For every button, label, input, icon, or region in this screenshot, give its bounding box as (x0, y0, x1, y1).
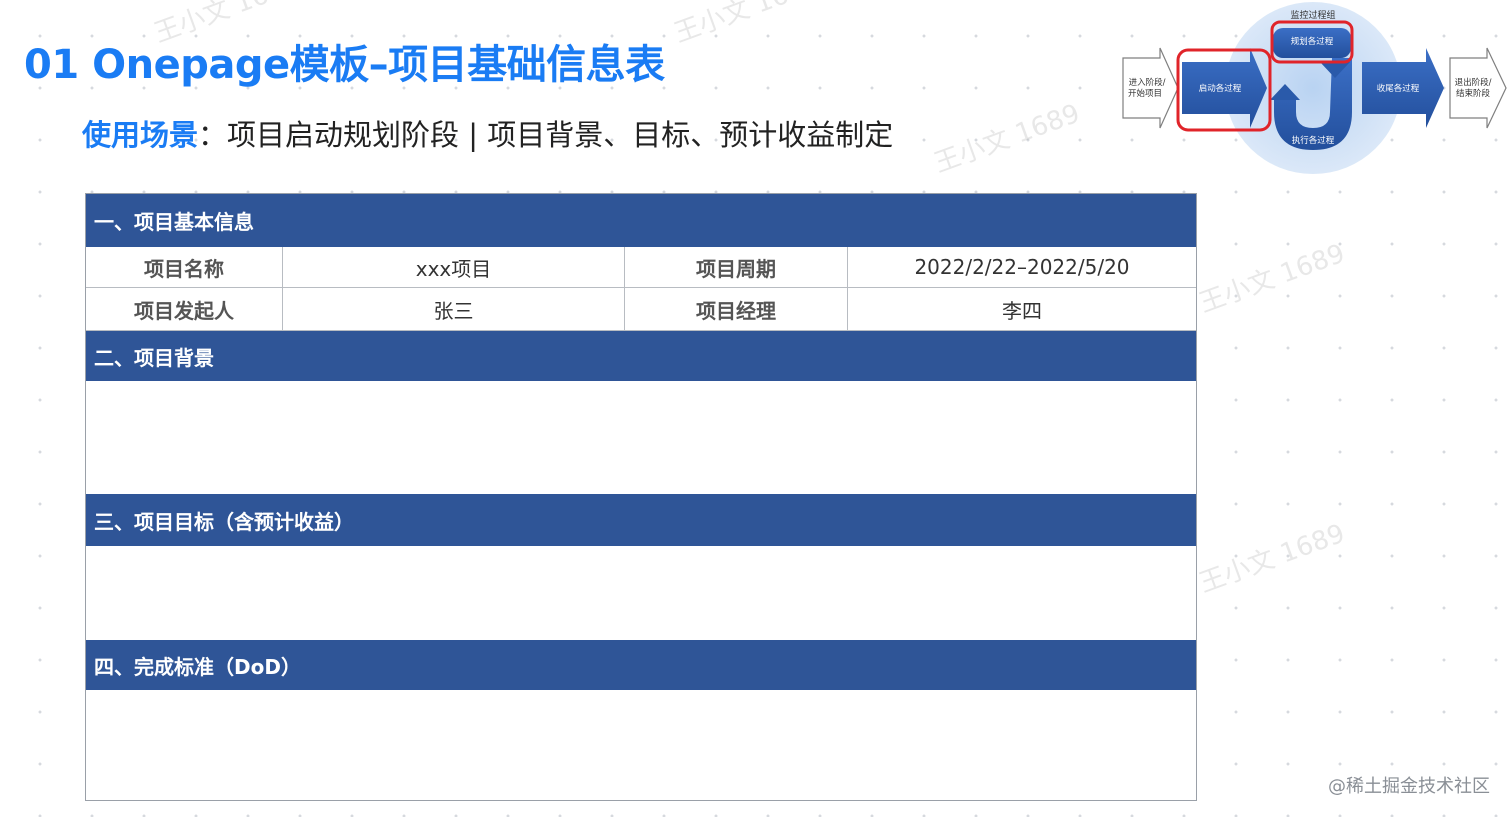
section-header-dod: 四、完成标准（DoD） (86, 640, 1196, 690)
section-header-basic-info: 一、项目基本信息 (86, 194, 1196, 247)
project-sponsor-value[interactable]: 张三 (283, 288, 625, 330)
page-title: 01 Onepage模板–项目基础信息表 (24, 42, 665, 88)
planning-label: 规划各过程 (1291, 36, 1334, 47)
section-header-background: 二、项目背景 (86, 331, 1196, 381)
exit-label-line1: 退出阶段/ (1455, 77, 1492, 88)
subtitle-text: 项目启动规划阶段 | 项目背景、目标、预计收益制定 (227, 118, 894, 152)
project-period-value[interactable]: 2022/2/22–2022/5/20 (848, 247, 1196, 287)
footer-credit: @稀土掘金技术社区 (1328, 776, 1490, 797)
enter-label-line1: 进入阶段/ (1129, 77, 1166, 88)
watermark: 王小文 1689 (930, 98, 1084, 180)
goals-content-area[interactable] (86, 546, 1196, 640)
project-manager-value[interactable]: 李四 (848, 288, 1196, 330)
background-content-area[interactable] (86, 381, 1196, 494)
project-sponsor-label: 项目发起人 (86, 288, 283, 330)
initiating-label: 启动各过程 (1199, 83, 1242, 94)
executing-label: 执行各过程 (1292, 135, 1335, 146)
subtitle-label: 使用场景 (82, 118, 199, 152)
project-name-label: 项目名称 (86, 247, 283, 287)
page-subtitle: 使用场景：项目启动规划阶段 | 项目背景、目标、预计收益制定 (82, 112, 893, 154)
section-header-goals: 三、项目目标（含预计收益） (86, 494, 1196, 546)
table-row: 项目发起人 张三 项目经理 李四 (86, 288, 1196, 331)
watermark: 王小文 1689 (670, 0, 824, 50)
subtitle-separator: ： (198, 118, 228, 152)
dod-content-area[interactable] (86, 690, 1196, 800)
monitor-group-label: 监控过程组 (1290, 9, 1335, 21)
table-row: 项目名称 xxx项目 项目周期 2022/2/22–2022/5/20 (86, 247, 1196, 288)
project-name-value[interactable]: xxx项目 (283, 247, 625, 287)
process-group-diagram: 监控过程组 规划各过程 启动各过程 执行各过程 收尾各过程 进入阶段/ 开始项目… (1122, 2, 1507, 174)
project-period-label: 项目周期 (625, 247, 848, 287)
exit-arrow (1449, 47, 1507, 129)
watermark: 王小文 1689 (1195, 238, 1349, 320)
enter-label-line2: 开始项目 (1128, 88, 1162, 99)
project-info-table: 一、项目基本信息 项目名称 xxx项目 项目周期 2022/2/22–2022/… (85, 193, 1197, 801)
watermark: 王小文 1689 (1195, 518, 1349, 600)
enter-arrow (1122, 47, 1179, 129)
closing-label: 收尾各过程 (1377, 83, 1420, 94)
exit-label-line2: 结束阶段 (1456, 88, 1491, 99)
project-manager-label: 项目经理 (625, 288, 848, 330)
